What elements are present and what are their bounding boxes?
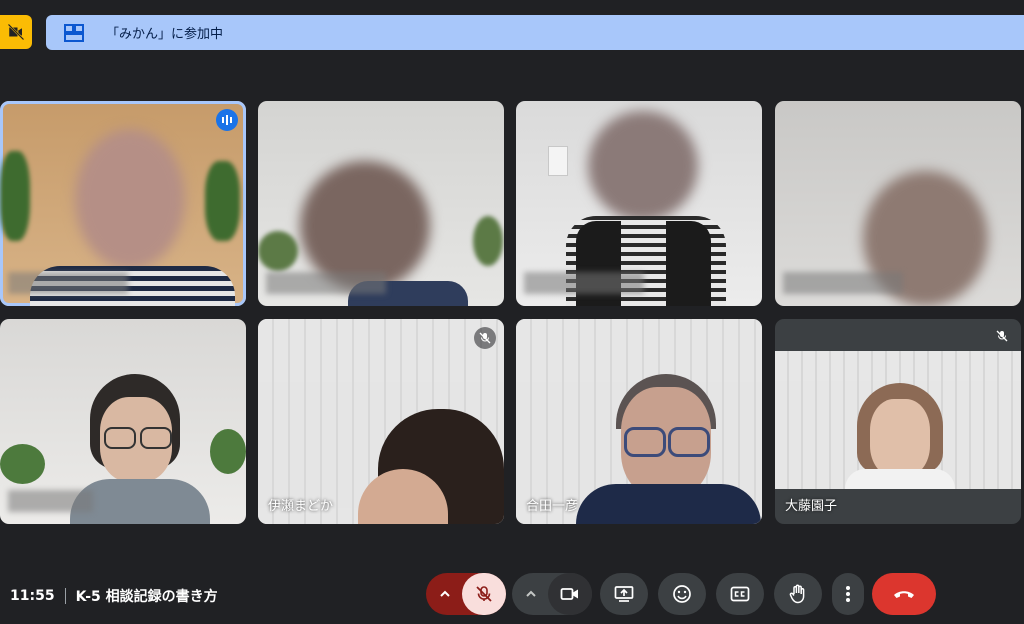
- face: [870, 399, 930, 477]
- present-button[interactable]: [600, 573, 648, 615]
- plant-decoration: [258, 231, 298, 271]
- chevron-up-icon: [440, 590, 450, 597]
- raise-hand-button[interactable]: [774, 573, 822, 615]
- emoji-icon: [673, 585, 691, 603]
- mic-off-icon: [996, 330, 1008, 342]
- closed-captions-icon: [730, 586, 750, 602]
- speaking-indicator: [216, 109, 238, 131]
- participant-tile-2[interactable]: [258, 101, 504, 306]
- hand-icon: [789, 584, 805, 604]
- mic-toggle-button[interactable]: [462, 573, 506, 615]
- blurred-name: [783, 272, 903, 294]
- plant-decoration: [0, 151, 30, 241]
- chevron-up-icon: [526, 590, 536, 597]
- present-screen-icon: [614, 586, 634, 602]
- mic-muted-indicator: [474, 327, 496, 349]
- jacket: [576, 484, 761, 524]
- camera-control-group: [512, 573, 592, 615]
- glasses: [140, 427, 172, 449]
- video-frame: [775, 351, 1021, 489]
- join-text: 「みかん」に参加中: [106, 27, 224, 42]
- plant-decoration: [473, 216, 503, 266]
- participant-name: 大藤園子: [785, 499, 838, 514]
- vest: [666, 221, 711, 306]
- leave-call-button[interactable]: [872, 573, 936, 615]
- participant-tile-6[interactable]: 伊瀬まどか: [258, 319, 504, 524]
- blurred-face: [588, 111, 698, 221]
- audio-options-button[interactable]: [426, 573, 464, 615]
- participant-tile-7[interactable]: 合田一彦: [516, 319, 762, 524]
- glasses: [624, 427, 666, 457]
- more-options-button[interactable]: [832, 573, 864, 615]
- audio-wave-icon: [222, 115, 232, 125]
- participant-tile-5[interactable]: [0, 319, 246, 524]
- plant-decoration: [0, 444, 45, 484]
- blurred-name: [8, 490, 93, 512]
- participant-tile-1[interactable]: [0, 101, 246, 306]
- glasses: [668, 427, 710, 457]
- participant-tile-3[interactable]: [516, 101, 762, 306]
- call-end-icon: [894, 591, 914, 598]
- participant-name: 伊瀬まどか: [268, 499, 334, 514]
- participant-tile-8[interactable]: 大藤園子: [775, 319, 1021, 524]
- blurred-name: [8, 272, 128, 294]
- light-switch: [548, 146, 568, 176]
- glasses: [104, 427, 136, 449]
- meeting-info: 11:55 K-5 相談記録の書き方: [10, 586, 218, 606]
- video-options-button[interactable]: [512, 573, 550, 615]
- mic-off-icon: [476, 586, 492, 602]
- camera-toggle-button[interactable]: [548, 573, 592, 615]
- camera-off-warning-button[interactable]: [0, 15, 32, 49]
- participant-tile-4[interactable]: [775, 101, 1021, 306]
- blurred-face: [75, 129, 185, 269]
- layout-icon[interactable]: [64, 23, 84, 43]
- mic-muted-indicator: [991, 325, 1013, 347]
- plant-decoration: [210, 429, 246, 474]
- captions-button[interactable]: [716, 573, 764, 615]
- mic-off-icon: [479, 332, 491, 344]
- blurred-name: [266, 272, 386, 294]
- meeting-title[interactable]: K-5 相談記録の書き方: [76, 586, 218, 606]
- join-banner: 「みかん」に参加中: [46, 15, 1024, 50]
- mic-control-group: [426, 573, 506, 615]
- participant-name: 合田一彦: [526, 499, 579, 514]
- no-video-icon: [7, 23, 25, 41]
- divider: [64, 588, 66, 604]
- sweater: [845, 469, 955, 489]
- plant-decoration: [205, 161, 240, 241]
- meeting-time: 11:55: [10, 588, 55, 604]
- more-vert-icon: [846, 586, 850, 602]
- blurred-name: [524, 272, 644, 294]
- videocam-icon: [560, 588, 578, 600]
- reactions-button[interactable]: [658, 573, 706, 615]
